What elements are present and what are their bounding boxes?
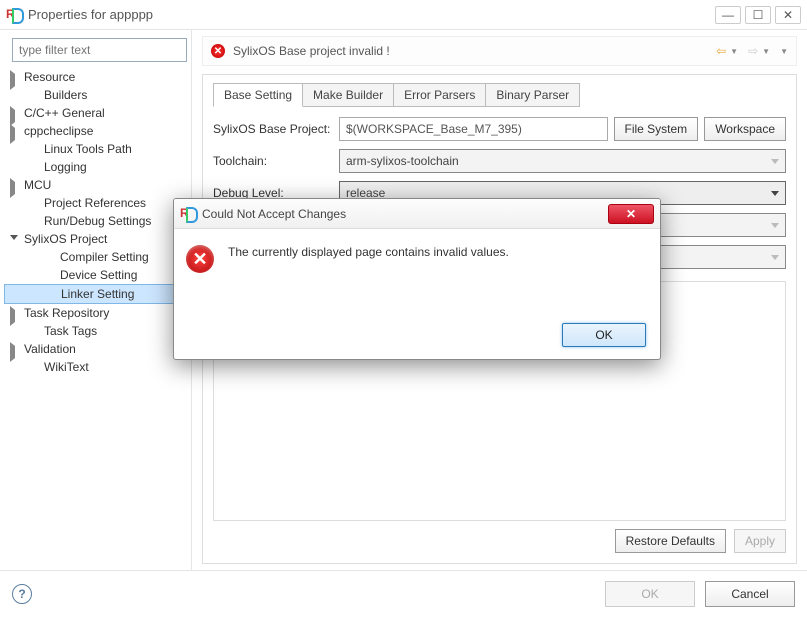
form-footer: Restore Defaults Apply — [213, 529, 786, 553]
dialog-title: Could Not Accept Changes — [202, 207, 346, 221]
tree-item[interactable]: C/C++ General — [4, 104, 187, 122]
tree-item-label: Builders — [44, 88, 87, 102]
forward-menu-icon[interactable]: ▼ — [762, 47, 770, 56]
row-toolchain: Toolchain: arm-sylixos-toolchain — [213, 149, 786, 173]
chevron-down-icon — [771, 191, 779, 196]
nav-tree[interactable]: Resource Builders C/C++ General cppcheclips… — [4, 68, 187, 376]
tree-item[interactable]: MCU — [4, 176, 187, 194]
sidebar: Resource Builders C/C++ General cppcheclips… — [0, 30, 192, 570]
window-titlebar: Properties for appppp — ☐ ✕ — [0, 0, 807, 30]
tree-item[interactable]: Device Setting — [4, 266, 187, 284]
dialog-ok-button[interactable]: OK — [562, 323, 646, 347]
tree-item[interactable]: Resource — [4, 68, 187, 86]
dialog-close-button[interactable]: ✕ — [608, 204, 654, 224]
tree-item-label: Run/Debug Settings — [44, 214, 151, 228]
file-system-button[interactable]: File System — [614, 117, 699, 141]
tree-item-label: Task Repository — [24, 306, 109, 320]
window-title: Properties for appppp — [28, 7, 715, 22]
tree-item[interactable]: cppcheclipse — [4, 122, 187, 140]
tree-item[interactable]: Linker Setting — [4, 284, 185, 304]
chevron-down-icon — [771, 255, 779, 260]
back-menu-icon[interactable]: ▼ — [730, 47, 738, 56]
close-button[interactable]: ✕ — [775, 6, 801, 24]
base-project-input[interactable] — [339, 117, 608, 141]
maximize-button[interactable]: ☐ — [745, 6, 771, 24]
window-controls: — ☐ ✕ — [715, 6, 801, 24]
tab[interactable]: Base Setting — [213, 83, 303, 107]
forward-arrow-icon[interactable]: ⇨ — [748, 44, 758, 58]
dialog-footer-buttons: OK — [562, 323, 646, 347]
toolchain-value: arm-sylixos-toolchain — [346, 154, 459, 168]
tree-item-label: Linux Tools Path — [44, 142, 132, 156]
toolchain-label: Toolchain: — [213, 154, 333, 168]
tab[interactable]: Make Builder — [302, 83, 394, 107]
apply-button: Apply — [734, 529, 786, 553]
tree-item-label: Logging — [44, 160, 87, 174]
error-banner-text: SylixOS Base project invalid ! — [233, 44, 390, 58]
tree-item[interactable]: Compiler Setting — [4, 248, 187, 266]
tab-strip: Base SettingMake BuilderError ParsersBin… — [213, 83, 786, 107]
filter-input[interactable] — [12, 38, 187, 62]
error-icon: ✕ — [211, 44, 225, 58]
tree-item-label: SylixOS Project — [24, 232, 107, 246]
error-dialog: Could Not Accept Changes ✕ ✕ The current… — [173, 198, 661, 360]
view-menu-icon[interactable]: ▼ — [780, 47, 788, 56]
tree-item[interactable]: Run/Debug Settings — [4, 212, 187, 230]
dialog-body: ✕ The currently displayed page contains … — [174, 229, 660, 289]
tree-item[interactable]: Project References — [4, 194, 187, 212]
row-base-project: SylixOS Base Project: File System Worksp… — [213, 117, 786, 141]
tab[interactable]: Binary Parser — [485, 83, 580, 107]
tree-item[interactable]: Task Tags — [4, 322, 187, 340]
tree-item-label: Device Setting — [60, 268, 137, 282]
error-banner: ✕ SylixOS Base project invalid ! ⇦ ▼ ⇨ ▼… — [202, 36, 797, 66]
tree-item-label: WikiText — [44, 360, 89, 374]
chevron-down-icon — [771, 159, 779, 164]
help-icon[interactable]: ? — [12, 584, 32, 604]
dialog-titlebar[interactable]: Could Not Accept Changes ✕ — [174, 199, 660, 229]
dialog-message: The currently displayed page contains in… — [228, 245, 509, 259]
tree-item-label: Linker Setting — [61, 287, 134, 301]
back-arrow-icon[interactable]: ⇦ — [716, 44, 726, 58]
expand-arrow-icon[interactable] — [10, 235, 18, 240]
error-icon: ✕ — [186, 245, 214, 273]
banner-nav: ⇦ ▼ ⇨ ▼ ▼ — [716, 44, 788, 58]
tree-item[interactable]: Linux Tools Path — [4, 140, 187, 158]
cancel-button[interactable]: Cancel — [705, 581, 795, 607]
tab[interactable]: Error Parsers — [393, 83, 486, 107]
toolchain-combo: arm-sylixos-toolchain — [339, 149, 786, 173]
app-icon — [6, 7, 22, 23]
base-project-label: SylixOS Base Project: — [213, 122, 333, 136]
restore-defaults-button[interactable]: Restore Defaults — [615, 529, 726, 553]
tree-item[interactable]: SylixOS Project — [4, 230, 187, 248]
app-icon — [180, 206, 196, 222]
ok-button: OK — [605, 581, 695, 607]
tree-item-label: C/C++ General — [24, 106, 105, 120]
tree-item[interactable]: WikiText — [4, 358, 187, 376]
tree-item-label: Compiler Setting — [60, 250, 149, 264]
dialog-footer: ? OK Cancel — [0, 570, 807, 616]
tree-item[interactable]: Task Repository — [4, 304, 187, 322]
chevron-down-icon — [771, 223, 779, 228]
tree-item[interactable]: Validation — [4, 340, 187, 358]
tree-item-label: Project References — [44, 196, 146, 210]
tree-item[interactable]: Logging — [4, 158, 187, 176]
tree-item-label: Task Tags — [44, 324, 97, 338]
minimize-button[interactable]: — — [715, 6, 741, 24]
tree-item[interactable]: Builders — [4, 86, 187, 104]
workspace-button[interactable]: Workspace — [704, 117, 786, 141]
